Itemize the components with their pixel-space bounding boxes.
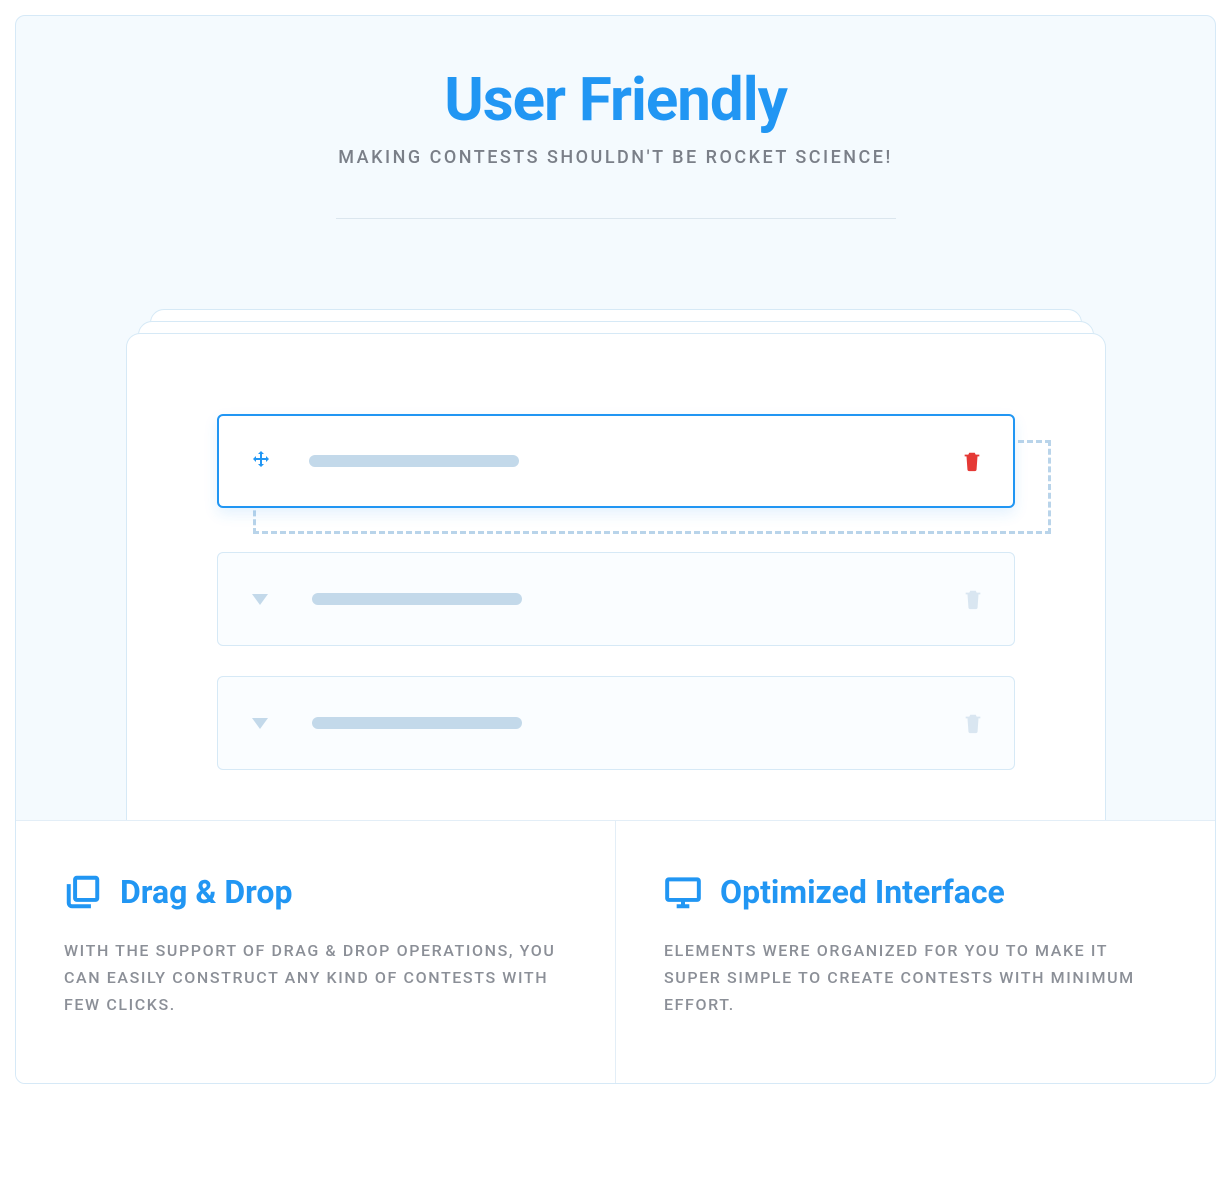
- feature-drag-drop: Drag & Drop WITH THE SUPPORT OF DRAG & D…: [16, 821, 615, 1083]
- drag-drop-zone: [217, 414, 1015, 508]
- feature-description: ELEMENTS WERE ORGANIZED FOR YOU TO MAKE …: [664, 937, 1167, 1019]
- content-placeholder: [309, 455, 519, 467]
- list-item[interactable]: [217, 552, 1015, 646]
- chevron-down-icon[interactable]: [252, 594, 268, 605]
- stacked-card-front: [126, 333, 1106, 820]
- content-placeholder: [312, 593, 522, 605]
- feature-optimized-interface: Optimized Interface ELEMENTS WERE ORGANI…: [615, 821, 1215, 1083]
- card-stack: [126, 309, 1106, 820]
- trash-icon[interactable]: [961, 449, 983, 473]
- feature-title: Optimized Interface: [720, 873, 1005, 911]
- content-placeholder: [312, 717, 522, 729]
- illustration-wrap: [16, 309, 1215, 820]
- features-row: Drag & Drop WITH THE SUPPORT OF DRAG & D…: [16, 820, 1215, 1083]
- marketing-card: User Friendly MAKING CONTESTS SHOULDN'T …: [15, 15, 1216, 1084]
- list-item[interactable]: [217, 676, 1015, 770]
- move-icon[interactable]: [249, 449, 273, 473]
- monitor-icon: [664, 873, 702, 911]
- draggable-item-active[interactable]: [217, 414, 1015, 508]
- feature-description: WITH THE SUPPORT OF DRAG & DROP OPERATIO…: [64, 937, 567, 1019]
- hero-section: User Friendly MAKING CONTESTS SHOULDN'T …: [16, 16, 1215, 309]
- chevron-down-icon[interactable]: [252, 718, 268, 729]
- divider: [336, 218, 896, 219]
- trash-icon[interactable]: [962, 711, 984, 735]
- hero-subtitle: MAKING CONTESTS SHOULDN'T BE ROCKET SCIE…: [56, 147, 1175, 168]
- hero-title: User Friendly: [56, 64, 1175, 135]
- feature-title: Drag & Drop: [120, 873, 292, 911]
- trash-icon[interactable]: [962, 587, 984, 611]
- copy-icon: [64, 873, 102, 911]
